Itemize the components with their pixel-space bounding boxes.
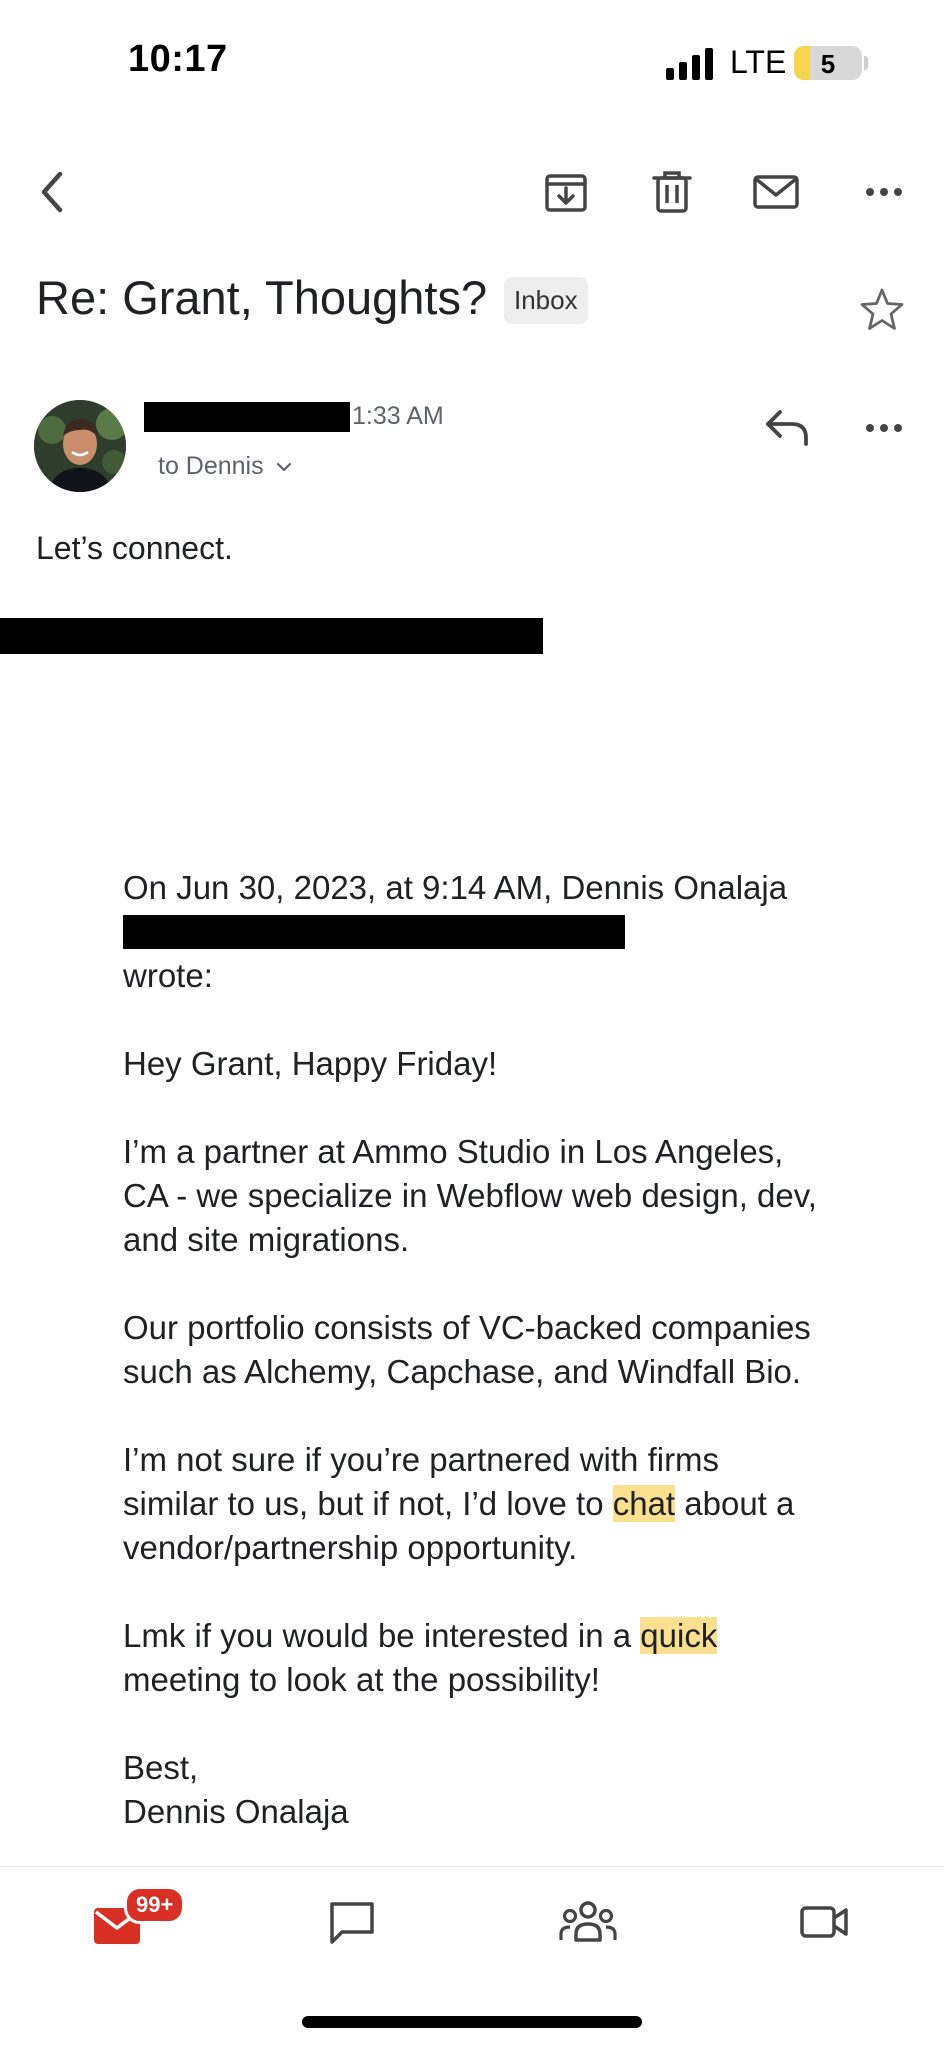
chevron-down-icon xyxy=(276,463,291,472)
redacted-email xyxy=(123,915,625,949)
battery-level: 5 xyxy=(820,49,836,79)
nav-divider xyxy=(0,1866,944,1867)
greeting: Hey Grant, Happy Friday! xyxy=(123,1045,498,1082)
home-indicator xyxy=(302,2016,642,2028)
signal-icon xyxy=(666,48,713,80)
paragraph-1: I’m a partner at Ammo Studio in Los Ange… xyxy=(123,1133,817,1258)
chevron-left-icon[interactable] xyxy=(28,166,80,218)
paragraph-3: I’m not sure if you’re partnered with fi… xyxy=(123,1438,823,1570)
signoff: Best, Dennis Onalaja xyxy=(123,1746,823,1834)
network-type: LTE xyxy=(730,44,787,80)
quoted-message: On Jun 30, 2023, at 9:14 AM, Dennis Onal… xyxy=(123,866,823,1878)
quote-header-start: On Jun 30, 2023, at 9:14 AM, Dennis Onal… xyxy=(123,869,788,906)
trash-icon[interactable] xyxy=(646,166,698,218)
more-horizontal-icon[interactable] xyxy=(858,166,910,218)
star-icon[interactable] xyxy=(856,284,908,336)
reply-text: Let’s connect. xyxy=(36,530,233,566)
nav-meet-icon[interactable] xyxy=(798,1896,850,1948)
redacted-sender-name xyxy=(144,402,350,432)
nav-chat-icon[interactable] xyxy=(326,1896,378,1948)
reply-icon[interactable] xyxy=(762,404,814,450)
paragraph-4-after: meeting to look at the possibility! xyxy=(123,1661,600,1698)
status-time: 10:17 xyxy=(128,38,228,80)
recipients-label: to Dennis xyxy=(158,452,264,480)
redacted-block xyxy=(0,618,543,654)
battery-cap xyxy=(864,56,868,70)
sent-time: 1:33 AM xyxy=(352,402,444,430)
message-more-icon[interactable] xyxy=(858,402,910,454)
quote-header: On Jun 30, 2023, at 9:14 AM, Dennis Onal… xyxy=(123,866,823,998)
unread-badge: 99+ xyxy=(124,1886,186,1924)
sender-avatar[interactable] xyxy=(34,400,126,492)
paragraph-4-before: Lmk if you would be interested in a xyxy=(123,1617,641,1654)
recipients-toggle[interactable]: to Dennis xyxy=(158,452,293,481)
highlight-chat: chat xyxy=(612,1485,676,1522)
mail-icon[interactable] xyxy=(750,166,802,218)
archive-icon[interactable] xyxy=(540,166,592,218)
email-subject: Re: Grant, Thoughts? xyxy=(36,271,488,324)
inbox-label[interactable]: Inbox xyxy=(504,277,588,324)
highlight-quick: quick xyxy=(640,1617,718,1654)
paragraph-2: Our portfolio consists of VC-backed comp… xyxy=(123,1309,811,1390)
nav-spaces-icon[interactable] xyxy=(558,1896,618,1948)
signoff-text: Best, xyxy=(123,1749,199,1786)
paragraph-4: Lmk if you would be interested in a quic… xyxy=(123,1614,823,1702)
signature: Dennis Onalaja xyxy=(123,1793,349,1830)
battery-icon: 5 xyxy=(794,46,862,80)
quote-header-end: wrote: xyxy=(123,957,213,994)
